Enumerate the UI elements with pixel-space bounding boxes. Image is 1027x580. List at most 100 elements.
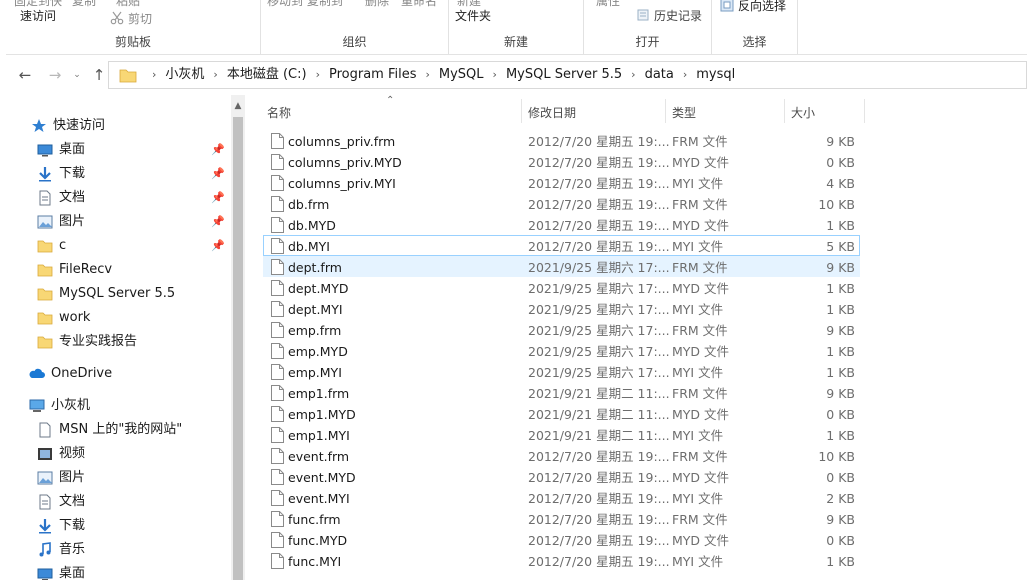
up-arrow-icon[interactable]: ↑ [90, 67, 108, 83]
file-row[interactable]: emp.MYD 2021/9/25 星期六 17:... MYD 文件 1 KB [263, 340, 860, 361]
file-row[interactable]: dept.MYI 2021/9/25 星期六 17:... MYI 文件 1 KB [263, 298, 860, 319]
breadcrumb-item[interactable]: Program Files [329, 67, 417, 82]
breadcrumb-chevron-icon[interactable]: › [493, 68, 497, 81]
file-row[interactable]: event.MYD 2012/7/20 星期五 19:... MYD 文件 0 KB [263, 466, 860, 487]
breadcrumb-chevron-icon[interactable]: › [425, 68, 429, 81]
file-row[interactable]: db.MYD 2012/7/20 星期五 19:... MYD 文件 1 KB [263, 214, 860, 235]
breadcrumb-chevron-icon[interactable]: › [152, 68, 156, 81]
nav-item[interactable]: work [6, 306, 231, 330]
new-folder-button[interactable]: 文件夹 [455, 7, 491, 24]
file-row[interactable]: event.frm 2012/7/20 星期五 19:... FRM 文件 10 KB [263, 445, 860, 466]
breadcrumb-chevron-icon[interactable]: › [316, 68, 320, 81]
quick-access-button-label[interactable]: 速访问 [20, 7, 56, 24]
file-name: func.MYI [288, 554, 342, 569]
file-name: emp1.MYI [288, 428, 350, 443]
pin-icon[interactable]: 📌 [211, 234, 225, 258]
breadcrumb-chevron-icon[interactable]: › [213, 68, 217, 81]
file-row[interactable]: emp.frm 2021/9/25 星期六 17:... FRM 文件 9 KB [263, 319, 860, 340]
file-type: MYI 文件 [672, 491, 724, 506]
history-label: 历史记录 [654, 9, 703, 23]
back-arrow-icon[interactable]: ← [16, 67, 34, 83]
file-date: 2012/7/20 星期五 19:... [528, 512, 670, 527]
nav-item[interactable]: 桌面 📌 [6, 138, 231, 162]
column-divider[interactable] [864, 99, 865, 123]
breadcrumb-chevron-icon[interactable]: › [683, 68, 687, 81]
pin-icon[interactable]: 📌 [211, 210, 225, 234]
recent-locations-chevron-icon[interactable]: ⌄ [68, 67, 86, 83]
file-row[interactable]: event.MYI 2012/7/20 星期五 19:... MYI 文件 2 KB [263, 487, 860, 508]
nav-onedrive[interactable]: OneDrive [6, 362, 231, 386]
file-name: event.frm [288, 449, 350, 464]
column-divider[interactable] [784, 99, 785, 123]
invert-selection-button[interactable]: 反向选择 [720, 0, 786, 14]
nav-quick-access[interactable]: 快速访问 [6, 114, 231, 138]
file-row[interactable]: dept.MYD 2021/9/25 星期六 17:... MYD 文件 1 KB [263, 277, 860, 298]
file-icon [271, 343, 284, 359]
nav-item[interactable]: FileRecv [6, 258, 231, 282]
breadcrumb-chevron-icon[interactable]: › [631, 68, 635, 81]
breadcrumb-item[interactable]: MySQL Server 5.5 [506, 67, 622, 82]
breadcrumb-item[interactable]: 本地磁盘 (C:) [227, 67, 307, 82]
file-type: MYD 文件 [672, 533, 730, 548]
file-name: emp.frm [288, 323, 342, 338]
nav-item[interactable]: 文档 [6, 490, 231, 514]
file-row[interactable]: func.frm 2012/7/20 星期五 19:... FRM 文件 9 KB [263, 508, 860, 529]
pin-icon[interactable]: 📌 [211, 186, 225, 210]
file-row[interactable]: emp1.MYD 2021/9/21 星期二 11:... MYD 文件 0 KB [263, 403, 860, 424]
file-row[interactable]: dept.frm 2021/9/25 星期六 17:... FRM 文件 9 KB [263, 256, 860, 277]
history-button[interactable]: 历史记录 [636, 7, 702, 24]
file-name: func.frm [288, 512, 341, 527]
file-row[interactable]: emp1.frm 2021/9/21 星期二 11:... FRM 文件 9 KB [263, 382, 860, 403]
nav-item[interactable]: 桌面 [6, 562, 231, 580]
nav-item[interactable]: 视频 [6, 442, 231, 466]
nav-item[interactable]: 专业实践报告 [6, 330, 231, 354]
file-row[interactable]: func.MYD 2012/7/20 星期五 19:... MYD 文件 0 KB [263, 529, 860, 550]
file-row[interactable]: columns_priv.MYD 2012/7/20 星期五 19:... MYD … [263, 151, 860, 172]
nav-item[interactable]: 音乐 [6, 538, 231, 562]
column-header-type[interactable]: 类型 [672, 104, 696, 121]
nav-item-label: OneDrive [51, 366, 113, 381]
file-type: MYD 文件 [672, 344, 730, 359]
column-header-date[interactable]: 修改日期 [528, 104, 576, 121]
nav-item[interactable]: c 📌 [6, 234, 231, 258]
scroll-up-arrow-icon[interactable]: ▲ [231, 99, 245, 113]
forward-arrow-icon[interactable]: → [46, 67, 64, 83]
pin-icon[interactable]: 📌 [211, 138, 225, 162]
file-row[interactable]: db.frm 2012/7/20 星期五 19:... FRM 文件 10 KB [263, 193, 860, 214]
file-row[interactable]: columns_priv.frm 2012/7/20 星期五 19:... FRM … [263, 130, 860, 151]
nav-item[interactable]: 图片 📌 [6, 210, 231, 234]
nav-item[interactable]: MySQL Server 5.5 [6, 282, 231, 306]
nav-item[interactable]: 下载 [6, 514, 231, 538]
file-row[interactable]: func.MYI 2012/7/20 星期五 19:... MYI 文件 1 KB [263, 550, 860, 571]
breadcrumb-item[interactable]: MySQL [439, 67, 484, 82]
nav-item[interactable]: 文档 📌 [6, 186, 231, 210]
open-group-label: 打开 [635, 35, 660, 49]
scrollbar-thumb[interactable] [233, 117, 243, 580]
file-row[interactable]: db.MYI 2012/7/20 星期五 19:... MYI 文件 5 KB [263, 235, 860, 256]
file-row[interactable]: columns_priv.MYI 2012/7/20 星期五 19:... MYI … [263, 172, 860, 193]
nav-item[interactable]: MSN 上的"我的网站" [6, 418, 231, 442]
file-date: 2012/7/20 星期五 19:... [528, 197, 670, 212]
delete-clip: 删除 [365, 0, 390, 8]
nav-this-pc[interactable]: 小灰机 [6, 394, 231, 418]
file-row[interactable]: emp.MYI 2021/9/25 星期六 17:... MYI 文件 1 KB [263, 361, 860, 382]
breadcrumb-item[interactable]: mysql [696, 67, 735, 82]
cut-button[interactable]: 剪切 [110, 10, 152, 27]
breadcrumb-item[interactable]: data [645, 67, 674, 82]
nav-scrollbar[interactable]: ▲ [231, 95, 245, 580]
column-divider[interactable] [521, 99, 522, 123]
desktop-icon [37, 568, 53, 580]
column-divider[interactable] [665, 99, 666, 123]
breadcrumb-item[interactable]: 小灰机 [165, 67, 204, 82]
file-size: 9 KB [826, 260, 855, 275]
nav-item[interactable]: 图片 [6, 466, 231, 490]
column-header-size[interactable]: 大小 [791, 104, 815, 121]
nav-item[interactable]: 下载 📌 [6, 162, 231, 186]
file-type: FRM 文件 [672, 323, 728, 338]
column-header-name[interactable]: 名称 [267, 104, 291, 121]
pin-icon[interactable]: 📌 [211, 162, 225, 186]
file-name: db.MYD [288, 218, 336, 233]
file-row[interactable]: emp1.MYI 2021/9/21 星期二 11:... MYI 文件 1 KB [263, 424, 860, 445]
file-size: 1 KB [826, 365, 855, 380]
address-bar[interactable]: › 小灰机 › 本地磁盘 (C:) › Program Files › MySQL › MySQL… [108, 61, 1027, 89]
